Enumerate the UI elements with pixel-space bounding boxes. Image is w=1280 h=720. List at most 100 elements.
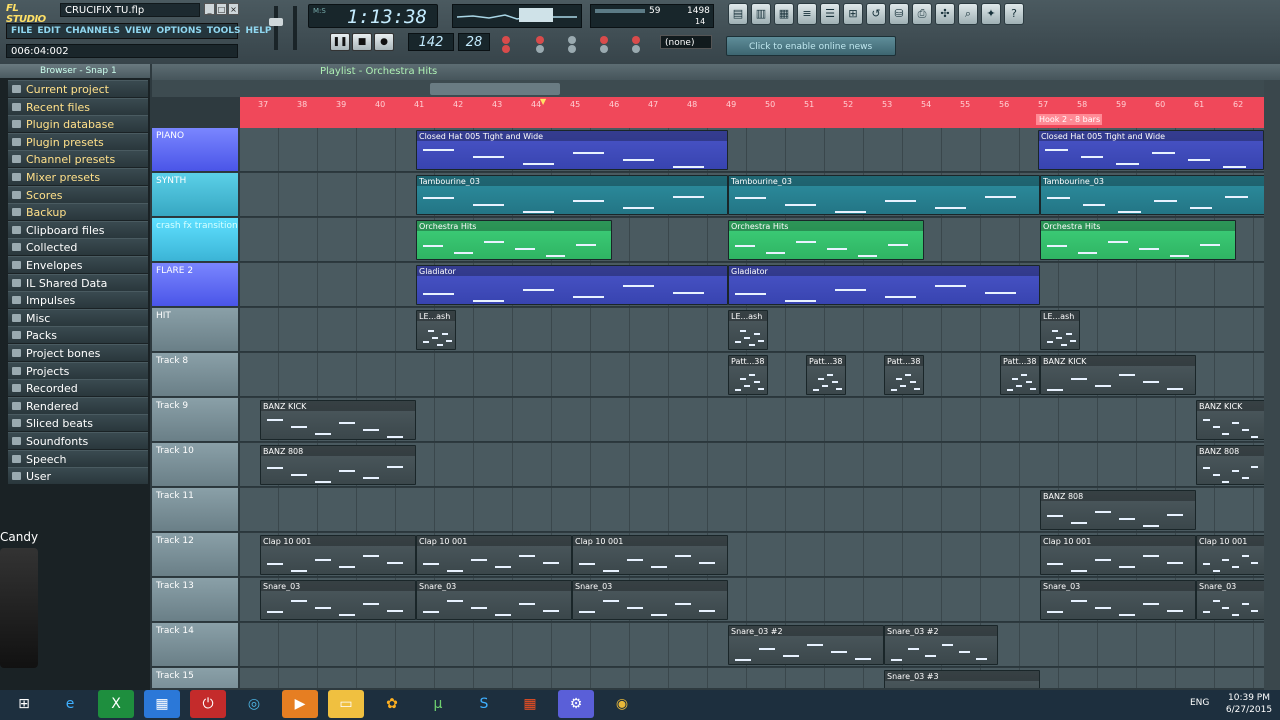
track-name[interactable]: Track 12 bbox=[152, 533, 238, 577]
browser-item[interactable]: Scores bbox=[8, 185, 148, 203]
render-icon[interactable]: ⎙ bbox=[912, 3, 932, 25]
media-icon[interactable]: ▶ bbox=[282, 690, 318, 718]
pattern-clip[interactable]: Orchestra Hits bbox=[416, 220, 612, 260]
time-display[interactable]: M:S 1:13:38 bbox=[308, 4, 438, 28]
pattern-clip[interactable]: Snare_03 bbox=[1196, 580, 1264, 620]
tempo-display[interactable]: 28 bbox=[458, 33, 490, 51]
track-name[interactable]: Track 8 bbox=[152, 353, 238, 397]
track-name[interactable]: Track 10 bbox=[152, 443, 238, 487]
pattern-clip[interactable]: Clap 10 001 bbox=[1196, 535, 1264, 575]
store-icon[interactable]: ▦ bbox=[144, 690, 180, 718]
browser-item[interactable]: Collected bbox=[8, 238, 148, 256]
track-lane[interactable]: Closed Hat 005 Tight and Wide Closed Hat … bbox=[240, 128, 1264, 172]
menu-options[interactable]: OPTIONS bbox=[156, 24, 201, 38]
pattern-clip[interactable]: Clap 10 001 bbox=[572, 535, 728, 575]
browser-item[interactable]: Projects bbox=[8, 361, 148, 379]
tools-icon[interactable]: ✣ bbox=[935, 3, 955, 25]
vertical-scrollbar[interactable] bbox=[1264, 80, 1280, 690]
track-name[interactable]: FLARE 2 bbox=[152, 263, 238, 307]
utorrent-icon[interactable]: µ bbox=[420, 690, 456, 718]
maximize-icon[interactable]: □ bbox=[216, 3, 227, 15]
pattern-clip[interactable]: BANZ KICK bbox=[1040, 355, 1196, 395]
track-name[interactable]: Track 14 bbox=[152, 623, 238, 667]
app-settings-icon[interactable]: ⚙ bbox=[558, 690, 594, 718]
pattern-clip[interactable]: Snare_03 bbox=[416, 580, 572, 620]
windows-store-icon[interactable]: ▦ bbox=[512, 690, 548, 718]
track-lane[interactable]: BANZ KICK BANZ KICK bbox=[240, 398, 1264, 442]
record-button[interactable]: ● bbox=[374, 33, 394, 51]
browser-item[interactable]: Sliced beats bbox=[8, 414, 148, 432]
snap-select[interactable]: (none) bbox=[660, 35, 712, 49]
pattern-clip[interactable]: BANZ KICK bbox=[1196, 400, 1264, 440]
pattern-clip[interactable]: Tambourine_03 bbox=[416, 175, 728, 215]
browser-item[interactable]: Packs bbox=[8, 326, 148, 344]
track-name[interactable]: Track 13 bbox=[152, 578, 238, 622]
pattern-clip[interactable]: LE...ash bbox=[1040, 310, 1080, 350]
track-lane[interactable]: Snare_03 #2 Snare_03 #2 bbox=[240, 623, 1264, 667]
track-lane[interactable]: Tambourine_03 Tambourine_03 Tambourine_03 bbox=[240, 173, 1264, 217]
piano-roll-icon[interactable]: ▥ bbox=[751, 3, 771, 25]
browser-item[interactable]: User bbox=[8, 467, 148, 485]
pattern-clip[interactable]: Patt...38 bbox=[728, 355, 768, 395]
pause-button[interactable]: ❚❚ bbox=[330, 33, 350, 51]
power-icon[interactable]: ⏻ bbox=[190, 690, 226, 718]
pattern-clip[interactable]: BANZ 808 bbox=[1196, 445, 1264, 485]
track-name[interactable]: PIANO bbox=[152, 128, 238, 172]
menu-file[interactable]: FILE bbox=[11, 24, 32, 38]
horizontal-scrollbar[interactable] bbox=[430, 83, 560, 95]
track-lane[interactable]: Gladiator Gladiator bbox=[240, 263, 1264, 307]
fl-studio-icon[interactable]: ✿ bbox=[374, 690, 410, 718]
pattern-clip[interactable]: Tambourine_03 bbox=[728, 175, 1040, 215]
browser-item[interactable]: Rendered bbox=[8, 396, 148, 414]
pattern-clip[interactable]: Clap 10 001 bbox=[260, 535, 416, 575]
channel-rack-icon[interactable]: ▦ bbox=[774, 3, 794, 25]
excel-icon[interactable]: X bbox=[98, 690, 134, 718]
browser-item[interactable]: Current project bbox=[8, 80, 148, 97]
track-name[interactable]: SYNTH bbox=[152, 173, 238, 217]
ie-icon[interactable]: e bbox=[52, 690, 88, 718]
track-lane[interactable]: BANZ 808 BANZ 808 bbox=[240, 443, 1264, 487]
folder-icon[interactable]: ▭ bbox=[328, 690, 364, 718]
pattern-clip[interactable]: Patt...38 bbox=[884, 355, 924, 395]
menu-edit[interactable]: EDIT bbox=[37, 24, 60, 38]
browser-item[interactable]: Misc bbox=[8, 308, 148, 326]
browser-item[interactable]: Backup bbox=[8, 203, 148, 221]
browser-item[interactable]: Clipboard files bbox=[8, 220, 148, 238]
pattern-clip[interactable]: Snare_03 #2 bbox=[728, 625, 884, 665]
track-lane[interactable]: Patt...38 Patt...38 Patt...38 Patt...38 BANZ… bbox=[240, 353, 1264, 397]
chrome-icon[interactable]: ◉ bbox=[604, 690, 640, 718]
master-pitch-slider[interactable] bbox=[290, 4, 300, 54]
pattern-clip[interactable]: Snare_03 bbox=[1040, 580, 1196, 620]
browser-item[interactable]: Channel presets bbox=[8, 150, 148, 168]
plugin-icon[interactable]: ⊞ bbox=[843, 3, 863, 25]
pattern-number[interactable]: 142 bbox=[408, 33, 454, 51]
pattern-clip[interactable]: BANZ KICK bbox=[260, 400, 416, 440]
pattern-clip[interactable]: Snare_03 #3 bbox=[884, 670, 1040, 688]
playhead-marker-icon[interactable]: ▼ bbox=[540, 97, 550, 106]
browser-item[interactable]: Envelopes bbox=[8, 256, 148, 273]
settings-icon[interactable]: ✦ bbox=[981, 3, 1001, 25]
minimize-icon[interactable]: _ bbox=[204, 3, 215, 15]
browser-item[interactable]: Speech bbox=[8, 449, 148, 467]
menu-view[interactable]: VIEW bbox=[125, 24, 151, 38]
pattern-clip[interactable]: Patt...38 bbox=[806, 355, 846, 395]
timeline-ruler[interactable]: 37 38 39 40 41 42 43 44 45 46 47 48 49 50 51 52 53 54 55 56… bbox=[240, 97, 1264, 128]
undo-icon[interactable]: ↺ bbox=[866, 3, 886, 25]
track-lane[interactable]: BANZ 808 bbox=[240, 488, 1264, 532]
track-name[interactable]: Track 9 bbox=[152, 398, 238, 442]
browser-item[interactable]: Recorded bbox=[8, 379, 148, 397]
pattern-clip[interactable]: Snare_03 bbox=[260, 580, 416, 620]
pattern-clip[interactable]: Clap 10 001 bbox=[416, 535, 572, 575]
search-icon[interactable]: ⌕ bbox=[958, 3, 978, 25]
pattern-clip[interactable]: Tambourine_03 bbox=[1040, 175, 1264, 215]
language-indicator[interactable]: ENG bbox=[1190, 698, 1218, 712]
browser-item[interactable]: Mixer presets bbox=[8, 168, 148, 185]
pattern-clip[interactable]: LE...ash bbox=[728, 310, 768, 350]
browser-item[interactable]: Recent files bbox=[8, 97, 148, 115]
playlist-icon[interactable]: ▤ bbox=[728, 3, 748, 25]
snap-options[interactable] bbox=[500, 34, 650, 54]
pattern-clip[interactable]: Snare_03 #2 bbox=[884, 625, 998, 665]
pattern-clip[interactable]: Gladiator bbox=[728, 265, 1040, 305]
track-lane[interactable]: LE...ash LE...ash LE...ash bbox=[240, 308, 1264, 352]
pattern-clip[interactable]: Orchestra Hits bbox=[728, 220, 924, 260]
